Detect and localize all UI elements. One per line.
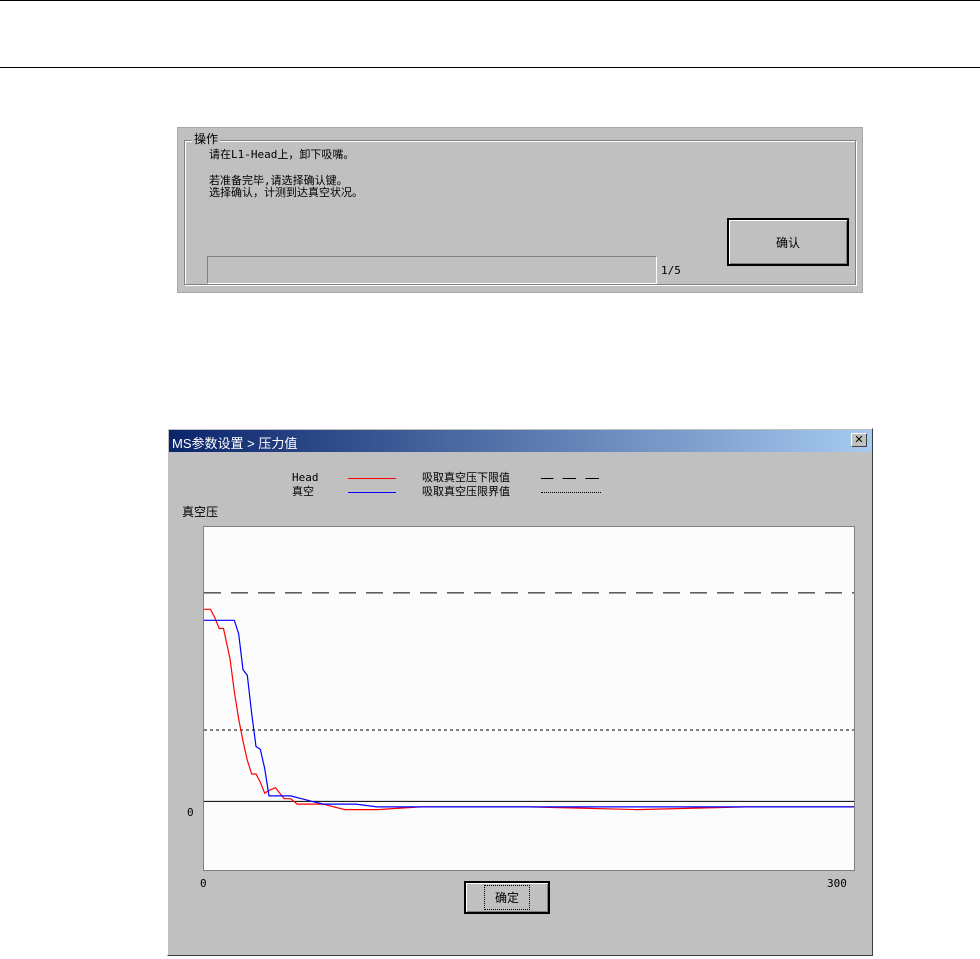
legend-head-line [348, 478, 396, 479]
pressure-chart [203, 526, 855, 871]
x-tick-start: 0 [200, 877, 207, 890]
operation-group-box: 请在L1-Head上，卸下吸嘴。 若准备完毕,请选择确认键。 选择确认，计测到达… [184, 140, 856, 285]
legend-lower-limit-line [541, 478, 601, 479]
y-tick-zero: 0 [187, 806, 194, 819]
ok-button[interactable]: 确定 [464, 881, 550, 914]
header-rule [0, 67, 980, 68]
vacuum-series-line [204, 619, 854, 808]
operation-instruction-3: 选择确认，计测到达真空状况。 [209, 186, 363, 199]
dialog-title: MS参数设置 > 压力值 [172, 436, 298, 451]
head-series-line [204, 608, 854, 811]
x-tick-end: 300 [827, 877, 847, 890]
operation-panel: 请在L1-Head上，卸下吸嘴。 若准备完毕,请选择确认键。 选择确认，计测到达… [177, 127, 863, 293]
chart-svg [204, 592, 854, 811]
legend-limit-line [541, 492, 601, 493]
dialog-titlebar[interactable]: MS参数设置 > 压力值 ✕ [169, 430, 871, 452]
progress-count: 1/5 [661, 264, 681, 277]
measurement-progress-bar [207, 256, 657, 284]
legend-head-label: Head [292, 471, 319, 484]
top-rule [0, 0, 980, 1]
close-icon[interactable]: ✕ [851, 433, 867, 447]
ok-button-label: 确定 [483, 885, 530, 910]
operation-instruction-1: 请在L1-Head上，卸下吸嘴。 [209, 148, 355, 161]
pressure-dialog: MS参数设置 > 压力值 ✕ Head 真空 吸取真空压下限值 吸取真空压限界值… [167, 428, 873, 956]
legend-vacuum-label: 真空 [292, 485, 314, 498]
legend-lower-limit-label: 吸取真空压下限值 [422, 471, 510, 484]
y-axis-label: 真空压 [182, 505, 219, 519]
operation-group-label: 操作 [192, 132, 221, 146]
confirm-button[interactable]: 确认 [727, 218, 849, 266]
legend-limit-label: 吸取真空压限界值 [422, 485, 510, 498]
legend-vacuum-line [348, 492, 396, 493]
